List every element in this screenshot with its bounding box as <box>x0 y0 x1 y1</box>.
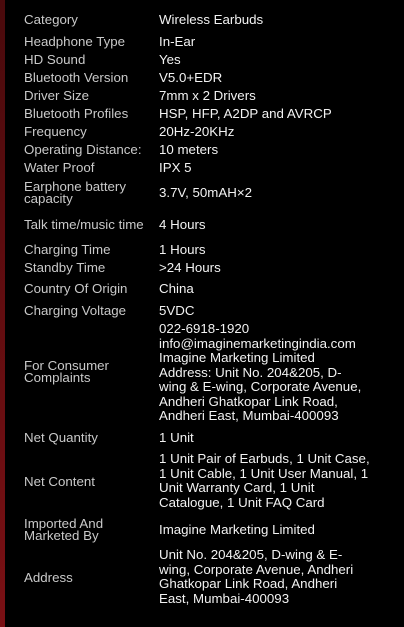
spec-row-standby-time: Standby Time >24 Hours <box>5 259 404 277</box>
spec-row-bluetooth-profiles: Bluetooth Profiles HSP, HFP, A2DP and AV… <box>5 105 404 123</box>
spec-value: HSP, HFP, A2DP and AVRCP <box>159 105 332 121</box>
spec-value: 4 Hours <box>159 216 206 232</box>
spec-label: Bluetooth Profiles <box>24 106 129 121</box>
spec-label: Charging Voltage <box>24 303 127 318</box>
spec-label: Bluetooth Version <box>24 70 129 85</box>
value-line: Unit No. 204&205, D-wing & E- <box>159 547 343 562</box>
spec-value: 10 meters <box>159 141 219 157</box>
spec-value: Imagine Marketing Limited <box>159 521 315 537</box>
specification-table: Category Wireless Earbuds Headphone Type… <box>5 0 404 627</box>
spec-row-talk-time: Talk time/music time 4 Hours <box>5 211 404 239</box>
spec-value: 1 Unit <box>159 429 194 445</box>
spec-row-frequency: Frequency 20Hz-20KHz <box>5 123 404 141</box>
value-line: 022-6918-1920 <box>159 321 250 336</box>
spec-row-driver-size: Driver Size 7mm x 2 Drivers <box>5 87 404 105</box>
value-line: info@imaginemarketingindia.com <box>159 335 356 351</box>
value-line: Andheri Ghatkopar Link Road, <box>159 393 338 409</box>
spec-label: Headphone Type <box>24 34 126 49</box>
spec-row-consumer-complaints: For Consumer Complaints 022-6918-1920 in… <box>5 321 404 423</box>
spec-label: Net Content <box>24 474 95 489</box>
value-line: Ghatkopar Link Road, Andheri <box>159 576 338 591</box>
spec-row-water-proof: Water Proof IPX 5 <box>5 159 404 177</box>
spec-value: In-Ear <box>159 33 196 49</box>
spec-label: For Consumer Complaints <box>24 358 109 385</box>
spec-row-country-of-origin: Country Of Origin China <box>5 280 404 298</box>
spec-row-address: Address Unit No. 204&205, D-wing & E- wi… <box>5 547 404 608</box>
spec-value: China <box>159 280 194 296</box>
spec-label: Standby Time <box>24 260 106 275</box>
spec-label: Frequency <box>24 124 87 139</box>
value-line: Andheri East, Mumbai-400093 <box>159 408 339 423</box>
value-line: Address: Unit No. 204&205, D- <box>159 364 342 380</box>
spec-value: Yes <box>159 51 181 67</box>
spec-value: Wireless Earbuds <box>159 11 264 27</box>
value-line: 1 Unit Cable, 1 Unit User Manual, 1 <box>159 465 369 481</box>
value-line: wing & E-wing, Corporate Avenue, <box>159 379 362 394</box>
spec-row-category: Category Wireless Earbuds <box>5 11 404 29</box>
spec-value: 3.7V, 50mAH×2 <box>159 184 253 200</box>
spec-row-net-content: Net Content 1 Unit Pair of Earbuds, 1 Un… <box>5 451 404 512</box>
spec-label: Imported And Marketed By <box>24 516 104 543</box>
spec-value: 022-6918-1920 info@imaginemarketingindia… <box>159 321 397 423</box>
spec-label: Talk time/music time <box>24 217 144 232</box>
spec-row-battery-capacity: Earphone battery capacity 3.7V, 50mAH×2 <box>5 179 404 207</box>
spec-row-imported-by: Imported And Marketed By Imagine Marketi… <box>5 516 404 544</box>
value-line: 1 Unit Pair of Earbuds, 1 Unit Case, <box>159 451 370 466</box>
spec-label: Address <box>24 570 73 585</box>
spec-label: Charging Time <box>24 242 111 257</box>
value-line: Imagine Marketing Limited <box>159 350 315 365</box>
value-line: Unit Warranty Card, 1 Unit <box>159 480 315 495</box>
spec-value: IPX 5 <box>159 159 192 175</box>
spec-value: 20Hz-20KHz <box>159 123 235 139</box>
spec-row-hd-sound: HD Sound Yes <box>5 51 404 69</box>
spec-value: >24 Hours <box>159 259 221 275</box>
spec-label: Net Quantity <box>24 430 98 445</box>
spec-row-charging-time: Charging Time 1 Hours <box>5 241 404 259</box>
spec-value: 5VDC <box>159 302 195 318</box>
spec-value: V5.0+EDR <box>159 69 223 85</box>
value-line: wing, Corporate Avenue, Andheri <box>159 561 354 577</box>
spec-value: 7mm x 2 Drivers <box>159 87 256 103</box>
spec-value: 1 Unit Pair of Earbuds, 1 Unit Case, 1 U… <box>159 451 397 512</box>
spec-value: Unit No. 204&205, D-wing & E- wing, Corp… <box>159 547 397 608</box>
spec-label: Country Of Origin <box>24 281 128 296</box>
spec-label: Earphone battery capacity <box>24 179 127 206</box>
spec-row-bluetooth-version: Bluetooth Version V5.0+EDR <box>5 69 404 87</box>
value-line: East, Mumbai-400093 <box>159 590 290 606</box>
spec-label: Water Proof <box>24 160 95 175</box>
spec-label: Category <box>24 12 78 27</box>
spec-label: HD Sound <box>24 52 86 67</box>
spec-row-operating-distance: Operating Distance: 10 meters <box>5 141 404 159</box>
spec-row-charging-voltage: Charging Voltage 5VDC <box>5 302 404 320</box>
spec-row-headphone-type: Headphone Type In-Ear <box>5 33 404 51</box>
spec-row-net-quantity: Net Quantity 1 Unit <box>5 429 404 447</box>
spec-label: Driver Size <box>24 88 90 103</box>
spec-value: 1 Hours <box>159 241 206 257</box>
spec-label: Operating Distance: <box>24 142 142 157</box>
value-line: Catalogue, 1 Unit FAQ Card <box>159 494 325 510</box>
